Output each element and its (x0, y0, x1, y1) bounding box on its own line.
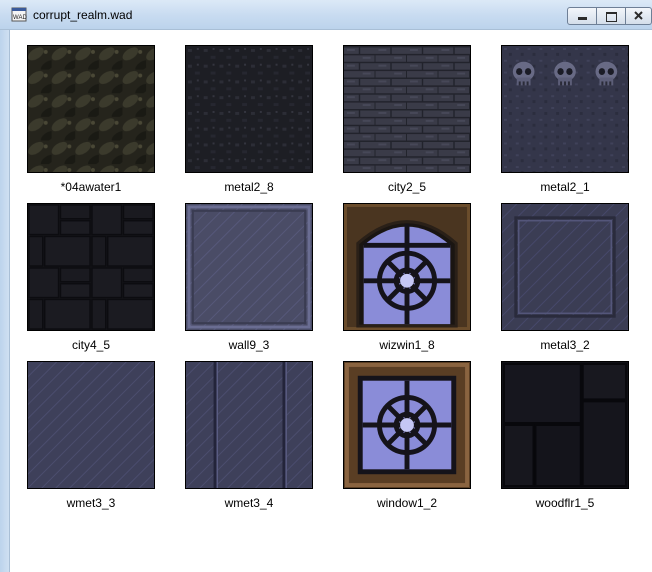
metal-texture-thumbnail (185, 45, 313, 173)
texture-name: wmet3_4 (224, 496, 274, 510)
wad-file-icon: WAD (11, 7, 27, 22)
texture-tile[interactable]: wizwin1_8 (343, 203, 471, 352)
texture-name: wizwin1_8 (379, 338, 435, 352)
texture-name: *04awater1 (60, 180, 122, 194)
texture-name: woodflr1_5 (535, 496, 595, 510)
texture-tile[interactable]: metal3_2 (501, 203, 629, 352)
texture-tile[interactable]: city4_5 (27, 203, 155, 352)
arched-window-texture-thumbnail (343, 203, 471, 331)
texture-name: city4_5 (71, 338, 111, 352)
skull-metal-texture-thumbnail (501, 45, 629, 173)
texture-tile[interactable]: city2_5 (343, 45, 471, 194)
texture-name: wall9_3 (228, 338, 270, 352)
texture-name: window1_2 (376, 496, 438, 510)
texture-tile[interactable]: wmet3_4 (185, 361, 313, 510)
metal-texture-thumbnail (27, 361, 155, 489)
texture-tile[interactable]: woodflr1_5 (501, 361, 629, 510)
texture-tile[interactable]: *04awater1 (27, 45, 155, 194)
minimize-icon (578, 17, 587, 20)
close-button[interactable] (626, 7, 652, 25)
texture-name: metal2_8 (224, 180, 274, 194)
close-icon (634, 11, 643, 20)
texture-tile[interactable]: wmet3_3 (27, 361, 155, 510)
texture-name: city2_5 (387, 180, 427, 194)
dark-floor-texture-thumbnail (501, 361, 629, 489)
window-left-border (0, 30, 10, 572)
maximize-button[interactable] (597, 7, 626, 25)
texture-name: wmet3_3 (66, 496, 116, 510)
maximize-icon (606, 12, 617, 22)
stone-block-texture-thumbnail (27, 203, 155, 331)
texture-tile[interactable]: window1_2 (343, 361, 471, 510)
square-window-texture-thumbnail (343, 361, 471, 489)
texture-tile[interactable]: metal2_8 (185, 45, 313, 194)
window-title: corrupt_realm.wad (33, 8, 133, 22)
texture-name: metal3_2 (540, 338, 590, 352)
panel-texture-thumbnail (185, 203, 313, 331)
texture-tile[interactable]: wall9_3 (185, 203, 313, 352)
title-bar[interactable]: WAD corrupt_realm.wad (0, 0, 652, 30)
water-texture-thumbnail (27, 45, 155, 173)
svg-text:WAD: WAD (13, 15, 27, 21)
panel-texture-thumbnail (501, 203, 629, 331)
texture-grid: *04awater1 metal2_8 city2_5 metal2_1 cit… (10, 30, 652, 572)
minimize-button[interactable] (567, 7, 597, 25)
texture-tile[interactable]: metal2_1 (501, 45, 629, 194)
brick-texture-thumbnail (343, 45, 471, 173)
texture-name: metal2_1 (540, 180, 590, 194)
metal-texture-thumbnail (185, 361, 313, 489)
